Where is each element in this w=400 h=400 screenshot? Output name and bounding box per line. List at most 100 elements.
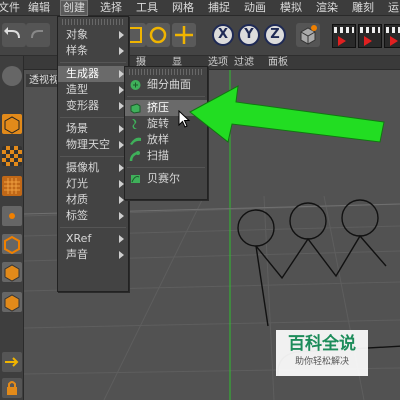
model-mode-button[interactable] bbox=[2, 114, 22, 134]
menu-separator bbox=[127, 167, 205, 168]
render-settings-button[interactable] bbox=[384, 24, 400, 48]
menu-item-label: 材质 bbox=[66, 193, 88, 206]
cube-icon bbox=[4, 294, 20, 312]
menu-item-camera[interactable]: 摄像机 bbox=[58, 160, 128, 176]
submenu-arrow-icon bbox=[119, 212, 124, 220]
menu-tearoff-grip[interactable] bbox=[129, 69, 203, 75]
submenu-arrow-icon bbox=[119, 235, 124, 243]
axis-z-button[interactable]: Z bbox=[264, 24, 286, 46]
redo-button[interactable] bbox=[26, 23, 50, 47]
texture-mode-button[interactable] bbox=[2, 146, 22, 166]
polygon-icon bbox=[4, 264, 20, 282]
sphere-mode-button[interactable] bbox=[2, 66, 22, 86]
menu-item-generator[interactable]: 生成器 bbox=[58, 66, 128, 82]
menu-item-label: 对象 bbox=[66, 28, 88, 41]
menu-more[interactable]: 运 bbox=[386, 1, 400, 15]
menu-item-spline[interactable]: 样条 bbox=[58, 43, 128, 59]
menu-separator bbox=[60, 156, 126, 157]
menu-item-bezier[interactable]: 贝赛尔 bbox=[125, 171, 207, 187]
menu-item-xref[interactable]: XRef bbox=[58, 231, 128, 247]
undo-icon bbox=[4, 27, 20, 39]
render-picture-button[interactable] bbox=[358, 24, 382, 48]
menu-create[interactable]: 创建 bbox=[60, 0, 88, 16]
lock-icon bbox=[7, 381, 17, 395]
object-axis-button[interactable] bbox=[2, 292, 22, 312]
left-toolbar bbox=[0, 56, 24, 400]
grid-icon bbox=[4, 178, 20, 194]
render-view-button[interactable] bbox=[332, 24, 356, 48]
menu-item-label: 贝赛尔 bbox=[147, 172, 180, 185]
arrow-right-icon bbox=[5, 357, 19, 367]
menu-separator bbox=[60, 117, 126, 118]
viewport-tab-panel[interactable]: 面板 bbox=[268, 56, 288, 70]
menu-item-label: 变形器 bbox=[66, 99, 99, 112]
edges-icon bbox=[4, 235, 20, 255]
edges-mode-button[interactable] bbox=[2, 234, 22, 255]
menu-item-light[interactable]: 灯光 bbox=[58, 176, 128, 192]
subdivision-icon bbox=[130, 80, 141, 90]
cube-icon bbox=[300, 25, 317, 45]
axis-y-button[interactable]: Y bbox=[238, 24, 260, 46]
extrude-icon bbox=[130, 103, 141, 114]
viewport-tab-options[interactable]: 选项 bbox=[208, 56, 228, 70]
menu-item-label: 样条 bbox=[66, 44, 88, 57]
move-tool-button[interactable] bbox=[172, 23, 196, 47]
lathe-icon bbox=[132, 119, 137, 129]
viewport-tab-filter[interactable]: 过滤 bbox=[234, 56, 254, 70]
menu-select[interactable]: 选择 bbox=[98, 1, 124, 15]
menu-render[interactable]: 渲染 bbox=[314, 1, 340, 15]
menu-item-sound[interactable]: 声音 bbox=[58, 247, 128, 263]
menu-separator bbox=[60, 62, 126, 63]
menu-mesh[interactable]: 网格 bbox=[170, 1, 196, 15]
workplane-button[interactable] bbox=[2, 176, 22, 196]
axis-x-button[interactable]: X bbox=[212, 24, 234, 46]
menu-item-label: 灯光 bbox=[66, 177, 88, 190]
points-icon bbox=[9, 213, 15, 219]
create-menu: 对象 样条 生成器 造型 变形器 场景 物理天空 摄像机 灯光 材质 标签 XR… bbox=[57, 16, 129, 292]
menu-item-label: 物理天空 bbox=[66, 138, 110, 151]
menu-separator bbox=[60, 227, 126, 228]
menu-item-label: 挤压 bbox=[147, 101, 169, 114]
menu-item-label: 生成器 bbox=[66, 67, 99, 80]
sweep-icon bbox=[129, 151, 140, 162]
watermark-subtitle: 助你轻松解决 bbox=[294, 357, 349, 367]
watermark: 百科全说 助你轻松解决 bbox=[276, 330, 368, 376]
menu-sculpt[interactable]: 雕刻 bbox=[350, 1, 376, 15]
redo-icon bbox=[31, 30, 43, 39]
menu-item-label: 扫描 bbox=[147, 149, 169, 162]
submenu-arrow-icon bbox=[119, 251, 124, 259]
menu-item-deformer[interactable]: 变形器 bbox=[58, 98, 128, 114]
menu-item-label: 标签 bbox=[66, 209, 88, 222]
menu-file[interactable]: 文件 bbox=[0, 1, 22, 15]
menu-item-label: 旋转 bbox=[147, 117, 169, 130]
lock-button[interactable] bbox=[2, 378, 22, 398]
menu-snap[interactable]: 捕捉 bbox=[206, 1, 232, 15]
menu-item-material[interactable]: 材质 bbox=[58, 192, 128, 208]
menu-item-physical-sky[interactable]: 物理天空 bbox=[58, 137, 128, 153]
menu-edit[interactable]: 编辑 bbox=[26, 1, 52, 15]
undo-button[interactable] bbox=[2, 23, 26, 47]
cube-icon bbox=[4, 116, 20, 134]
bezier-icon bbox=[131, 175, 140, 183]
menu-animate[interactable]: 动画 bbox=[242, 1, 268, 15]
rotate-tool-button[interactable] bbox=[146, 23, 170, 47]
menu-item-label: 放样 bbox=[147, 133, 169, 146]
annotation-arrow-icon bbox=[189, 85, 385, 143]
points-mode-button[interactable] bbox=[2, 206, 22, 226]
menu-item-object[interactable]: 对象 bbox=[58, 27, 128, 43]
loft-icon bbox=[130, 137, 141, 145]
rotate-icon bbox=[149, 26, 167, 44]
menu-item-scene[interactable]: 场景 bbox=[58, 121, 128, 137]
polygons-mode-button[interactable] bbox=[2, 262, 22, 282]
menu-tools[interactable]: 工具 bbox=[134, 1, 160, 15]
snap-button[interactable] bbox=[2, 352, 22, 372]
menu-item-modeling[interactable]: 造型 bbox=[58, 82, 128, 98]
menu-item-label: XRef bbox=[66, 232, 92, 245]
menu-item-label: 场景 bbox=[66, 122, 88, 135]
menu-simulate[interactable]: 模拟 bbox=[278, 1, 304, 15]
coordinate-system-button[interactable] bbox=[296, 23, 320, 47]
submenu-arrow-icon bbox=[119, 47, 124, 55]
submenu-arrow-icon bbox=[119, 31, 124, 39]
menu-item-tag[interactable]: 标签 bbox=[58, 208, 128, 224]
menu-tearoff-grip[interactable] bbox=[62, 19, 124, 25]
